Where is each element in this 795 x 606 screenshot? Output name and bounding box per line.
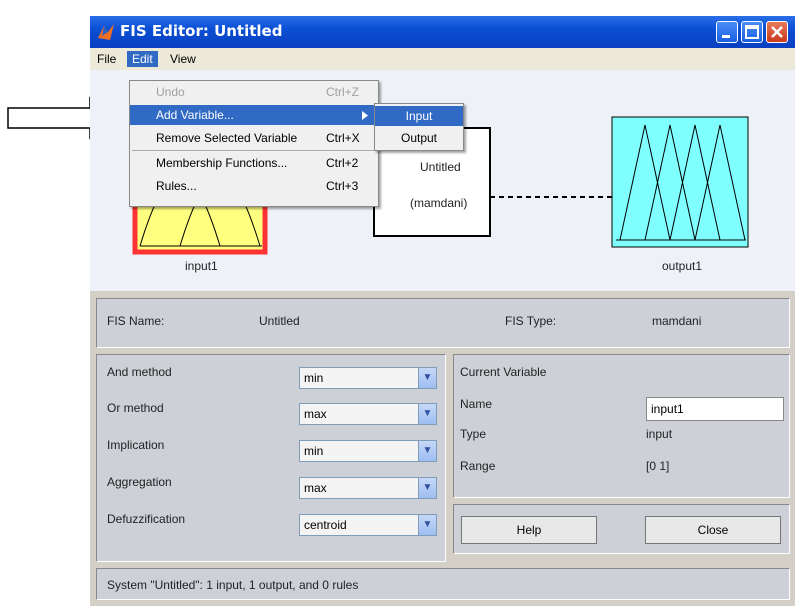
- menu-item-undo[interactable]: Undo Ctrl+Z: [130, 82, 378, 102]
- variable-name-field[interactable]: [646, 397, 784, 421]
- output-variable-label[interactable]: output1: [662, 259, 702, 273]
- methods-panel: And method min ▼ Or method max ▼ Implica…: [96, 354, 446, 562]
- and-method-select[interactable]: min ▼: [299, 367, 437, 389]
- menu-edit[interactable]: Edit: [127, 51, 158, 67]
- input-variable-label[interactable]: input1: [185, 259, 218, 273]
- or-method-value: max: [304, 407, 327, 421]
- maximize-icon: [745, 25, 759, 39]
- menu-separator: [132, 150, 376, 151]
- window-title: FIS Editor: Untitled: [120, 22, 283, 40]
- submenu-item-input[interactable]: Input: [375, 106, 463, 126]
- buttons-panel: Help Close: [453, 504, 790, 554]
- help-button[interactable]: Help: [461, 516, 597, 544]
- minimize-icon: [722, 35, 730, 38]
- aggregation-label: Aggregation: [107, 475, 172, 489]
- edit-menu-dropdown: Undo Ctrl+Z Add Variable... Remove Select…: [129, 80, 379, 207]
- maximize-button[interactable]: [741, 21, 763, 43]
- defuzzification-label: Defuzzification: [107, 512, 186, 526]
- chevron-down-icon[interactable]: ▼: [418, 404, 436, 424]
- fis-name-value: Untitled: [259, 314, 300, 328]
- variable-name-label: Name: [460, 397, 493, 411]
- title-bar[interactable]: FIS Editor: Untitled: [90, 16, 795, 48]
- variable-type-value: input: [646, 427, 673, 441]
- variable-type-label: Type: [460, 427, 487, 441]
- aggregation-value: max: [304, 481, 327, 495]
- submenu-item-output[interactable]: Output: [375, 128, 463, 148]
- chevron-down-icon[interactable]: ▼: [418, 368, 436, 388]
- chevron-down-icon[interactable]: ▼: [418, 441, 436, 461]
- menu-view[interactable]: View: [165, 51, 201, 67]
- implication-value: min: [304, 444, 324, 458]
- chevron-down-icon[interactable]: ▼: [418, 478, 436, 498]
- and-method-label: And method: [107, 365, 172, 379]
- minimize-button[interactable]: [716, 21, 738, 43]
- or-method-label: Or method: [107, 401, 164, 415]
- variable-range-label: Range: [460, 459, 496, 473]
- defuzzification-value: centroid: [304, 518, 347, 532]
- implication-label: Implication: [107, 438, 165, 452]
- and-method-value: min: [304, 371, 324, 385]
- fis-type-value: mamdani: [652, 314, 702, 328]
- current-variable-panel: Current Variable Name Type input Range […: [453, 354, 790, 498]
- menu-item-membership-functions[interactable]: Membership Functions... Ctrl+2: [130, 153, 378, 173]
- add-variable-submenu: Input Output: [374, 103, 464, 151]
- aggregation-select[interactable]: max ▼: [299, 477, 437, 499]
- menu-item-add-variable[interactable]: Add Variable...: [130, 105, 378, 125]
- fis-name-label: FIS Name:: [107, 314, 165, 328]
- chevron-down-icon[interactable]: ▼: [418, 515, 436, 535]
- fis-type-label: FIS Type:: [505, 314, 557, 328]
- defuzzification-select[interactable]: centroid ▼: [299, 514, 437, 536]
- system-name-label: Untitled: [420, 160, 461, 174]
- current-variable-heading: Current Variable: [460, 365, 547, 379]
- or-method-select[interactable]: max ▼: [299, 403, 437, 425]
- menu-bar: File Edit View: [90, 48, 795, 70]
- implication-select[interactable]: min ▼: [299, 440, 437, 462]
- menu-item-rules[interactable]: Rules... Ctrl+3: [130, 176, 378, 196]
- submenu-arrow-icon: [362, 111, 368, 120]
- close-window-button[interactable]: [766, 21, 788, 43]
- status-bar: System "Untitled": 1 input, 1 output, an…: [96, 568, 790, 600]
- menu-item-remove-variable[interactable]: Remove Selected Variable Ctrl+X: [130, 128, 378, 148]
- close-icon: [771, 26, 783, 38]
- menu-file[interactable]: File: [92, 51, 121, 67]
- matlab-icon: [98, 24, 114, 40]
- fis-info-panel: FIS Name: Untitled FIS Type: mamdani: [96, 298, 790, 348]
- variable-range-value: [0 1]: [646, 459, 670, 473]
- close-button[interactable]: Close: [645, 516, 781, 544]
- system-type-label: (mamdani): [410, 196, 468, 210]
- status-text: System "Untitled": 1 input, 1 output, an…: [107, 578, 359, 592]
